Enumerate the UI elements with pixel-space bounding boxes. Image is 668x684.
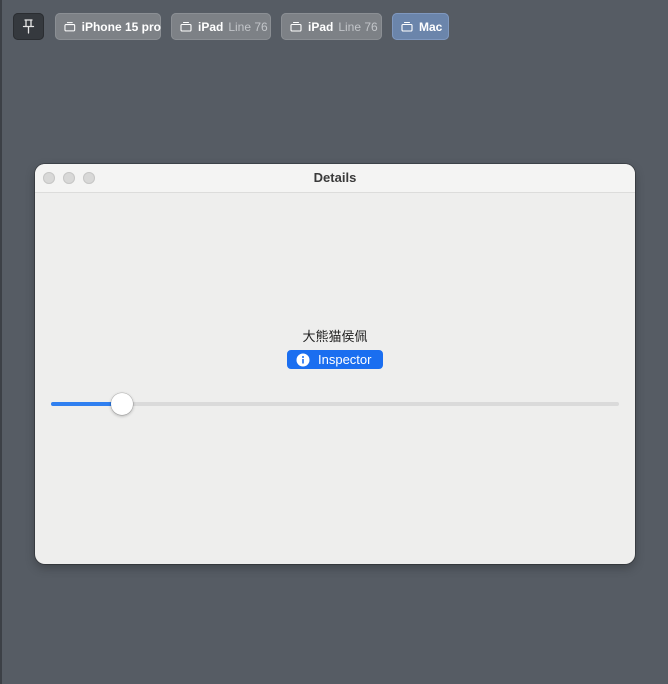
- preview-name: iPad: [198, 19, 224, 34]
- name-text: 大熊猫侯佩: [302, 330, 368, 345]
- preview-sublabel: Line 76: [338, 19, 378, 34]
- device-icon: [401, 21, 413, 32]
- device-icon: [290, 21, 302, 32]
- preview-mac-button[interactable]: Mac: [392, 13, 449, 40]
- inspector-label: Inspector: [318, 352, 372, 367]
- details-window: Details 大熊猫侯佩 Inspector: [35, 164, 635, 564]
- window-titlebar: Details: [35, 164, 635, 193]
- slider[interactable]: [51, 393, 619, 415]
- pin-button[interactable]: [13, 13, 44, 40]
- preview-ipad-button[interactable]: iPad Line 76: [171, 13, 271, 40]
- slider-knob[interactable]: [111, 393, 133, 415]
- pin-icon: [22, 19, 35, 34]
- inspector-button[interactable]: Inspector: [287, 350, 383, 369]
- preview-name: Mac: [419, 19, 443, 34]
- device-icon: [180, 21, 192, 32]
- preview-iphone-15-pro-button[interactable]: iPhone 15 pro: [55, 13, 161, 40]
- window-title: Details: [313, 170, 357, 185]
- preview-name: iPhone 15 pro: [81, 19, 161, 34]
- preview-sublabel: Line 76: [228, 19, 268, 34]
- info-circle-icon: [296, 353, 310, 366]
- left-edge-divider: [0, 0, 2, 684]
- preview-name: iPad: [308, 19, 334, 34]
- preview-ipad-button[interactable]: iPad Line 76: [281, 13, 382, 40]
- device-icon: [64, 22, 76, 32]
